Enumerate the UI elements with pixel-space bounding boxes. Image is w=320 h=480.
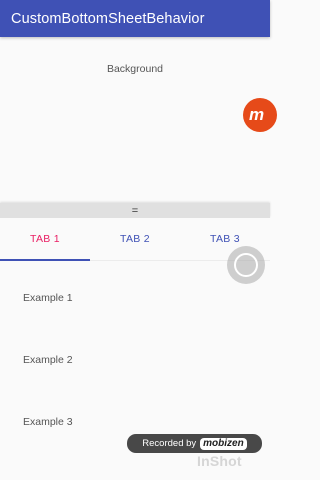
app-title: CustomBottomSheetBehavior bbox=[11, 10, 205, 27]
circle-icon bbox=[234, 253, 258, 277]
mobizen-logo: mobizen bbox=[200, 437, 247, 450]
list-item[interactable]: Example 2 bbox=[23, 354, 73, 366]
tab-2[interactable]: TAB 2 bbox=[90, 218, 180, 260]
inshot-watermark: InShot bbox=[197, 453, 242, 469]
drag-handle-icon: = bbox=[131, 204, 139, 217]
recorded-by-label: Recorded by bbox=[142, 438, 197, 449]
tab-3-label: TAB 3 bbox=[210, 233, 240, 245]
list-item[interactable]: Example 1 bbox=[23, 292, 73, 304]
background-label: Background bbox=[106, 63, 164, 75]
floating-record-control[interactable] bbox=[227, 246, 265, 284]
tab-1[interactable]: TAB 1 bbox=[0, 218, 90, 261]
recorded-by-badge: Recorded by mobizen bbox=[127, 434, 262, 453]
app-bar: CustomBottomSheetBehavior bbox=[0, 0, 270, 37]
tab-2-label: TAB 2 bbox=[120, 233, 150, 245]
list-item[interactable]: Example 3 bbox=[23, 416, 73, 428]
mobizen-floating-icon[interactable]: m bbox=[243, 98, 277, 132]
background-area: Background bbox=[0, 37, 270, 203]
mobizen-icon-letter: m bbox=[249, 105, 265, 124]
bottom-sheet-handle[interactable]: = bbox=[0, 203, 270, 218]
tab-1-label: TAB 1 bbox=[30, 233, 60, 245]
